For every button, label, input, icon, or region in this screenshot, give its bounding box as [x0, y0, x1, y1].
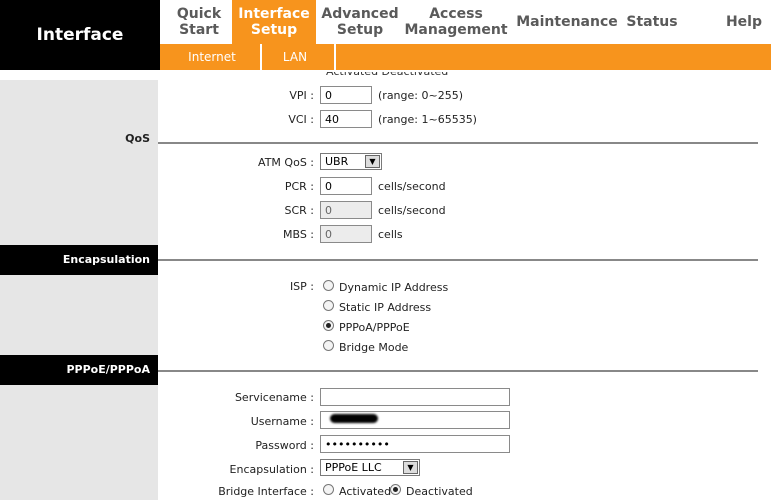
scr-input[interactable] — [320, 201, 372, 219]
section-divider — [158, 142, 758, 144]
tab-maintenance[interactable]: Maintenance — [516, 0, 618, 44]
radio-dynamic-ip[interactable] — [323, 280, 334, 291]
radio-bridge-mode[interactable] — [323, 340, 334, 351]
tab-help[interactable]: Help — [722, 0, 766, 44]
section-divider — [158, 259, 758, 261]
mbs-input[interactable] — [320, 225, 372, 243]
atm-qos-value: UBR — [325, 155, 349, 168]
encapsulation-mode-label: Encapsulation : — [229, 463, 314, 476]
pcr-unit: cells/second — [378, 180, 446, 193]
scr-unit: cells/second — [378, 204, 446, 217]
tab-quick-start[interactable]: Quick Start — [160, 0, 238, 44]
scr-label: SCR : — [284, 204, 314, 217]
mbs-unit: cells — [378, 228, 403, 241]
vci-input[interactable] — [320, 110, 372, 128]
username-label: Username : — [250, 415, 314, 428]
encapsulation-mode-value: PPPoE LLC — [325, 461, 382, 474]
bridge-interface-label: Bridge Interface : — [218, 485, 314, 498]
vpi-label: VPI : — [289, 89, 314, 102]
atm-qos-label: ATM QoS : — [258, 156, 314, 169]
radio-pppoa-pppoe[interactable] — [323, 320, 334, 331]
tab-status[interactable]: Status — [622, 0, 682, 44]
section-label-qos: QoS — [125, 132, 150, 145]
top-nav: Quick Start Interface Setup Advanced Set… — [160, 0, 771, 44]
subtab-lan[interactable]: LAN — [270, 44, 320, 70]
scrolled-partial-text: Activated Deactivated — [326, 72, 466, 80]
sub-nav: Internet LAN — [160, 44, 771, 70]
vpi-range: (range: 0~255) — [378, 89, 463, 102]
atm-qos-select[interactable]: UBR ▼ — [320, 153, 382, 170]
radio-label-pppoa-pppoe: PPPoA/PPPoE — [339, 321, 410, 334]
chevron-down-icon: ▼ — [365, 155, 380, 168]
pcr-label: PCR : — [284, 180, 314, 193]
subnav-divider — [260, 44, 262, 70]
servicename-input[interactable] — [320, 388, 510, 406]
password-input[interactable] — [320, 435, 510, 453]
subtab-internet[interactable]: Internet — [180, 44, 244, 70]
radio-static-ip[interactable] — [323, 300, 334, 311]
encapsulation-mode-select[interactable]: PPPoE LLC ▼ — [320, 459, 420, 476]
vci-range: (range: 1~65535) — [378, 113, 477, 126]
subnav-divider — [334, 44, 336, 70]
brand-title: Interface — [0, 0, 160, 70]
redacted-username — [330, 414, 378, 423]
isp-label: ISP : — [289, 280, 314, 293]
servicename-label: Servicename : — [234, 391, 314, 404]
pcr-input[interactable] — [320, 177, 372, 195]
section-divider — [158, 370, 758, 372]
tab-access-management[interactable]: Access Management — [404, 0, 507, 44]
chevron-down-icon: ▼ — [403, 461, 418, 474]
radio-label-bridge-deactivated: Deactivated — [406, 485, 473, 498]
radio-label-dynamic-ip: Dynamic IP Address — [339, 281, 449, 294]
password-label: Password : — [255, 439, 314, 452]
tab-interface-setup[interactable]: Interface Setup — [232, 0, 316, 44]
tab-advanced-setup[interactable]: Advanced Setup — [318, 0, 402, 44]
section-bar-pppoe: PPPoE/PPPoA — [0, 355, 158, 385]
vci-label: VCI : — [288, 113, 314, 126]
radio-label-bridge-mode: Bridge Mode — [339, 341, 409, 354]
mbs-label: MBS : — [282, 228, 314, 241]
section-bar-encapsulation: Encapsulation — [0, 245, 158, 275]
radio-bridge-deactivated[interactable] — [390, 484, 401, 495]
radio-bridge-activated[interactable] — [323, 484, 334, 495]
vpi-input[interactable] — [320, 86, 372, 104]
radio-label-static-ip: Static IP Address — [339, 301, 432, 314]
radio-label-bridge-activated: Activated — [339, 485, 392, 498]
